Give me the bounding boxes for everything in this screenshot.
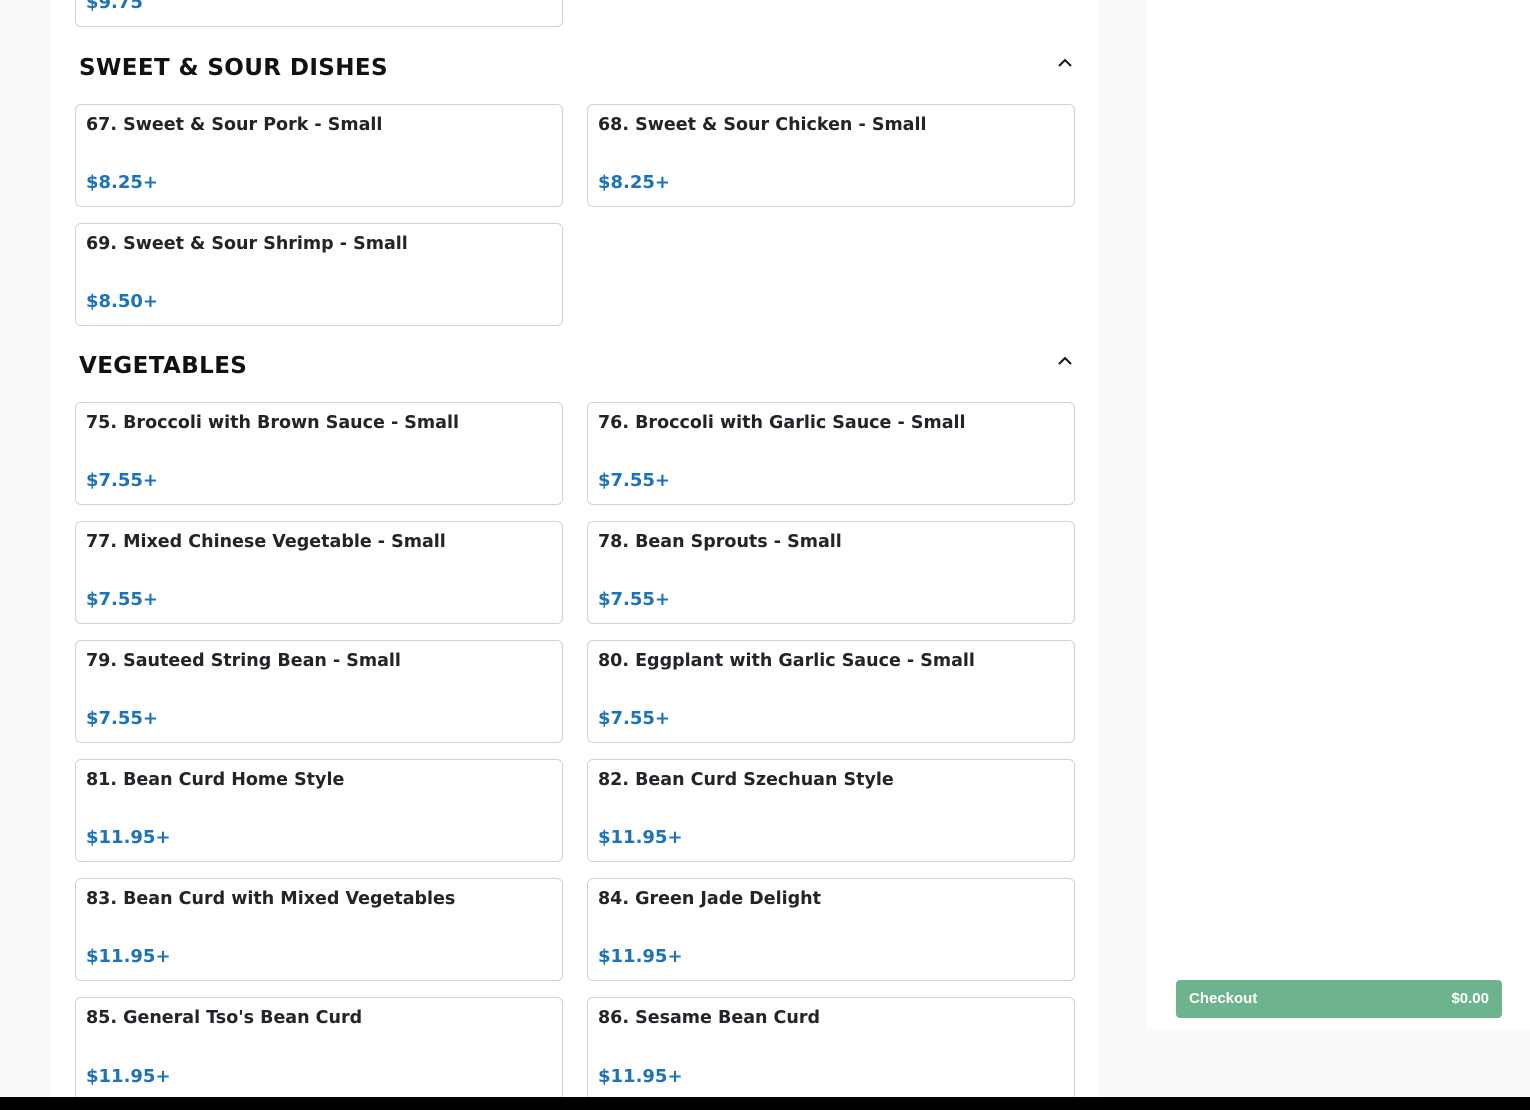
- item-name: 85. General Tso's Bean Curd: [86, 1008, 363, 1028]
- item-name: 86. Sesame Bean Curd: [598, 1008, 821, 1028]
- item-name: 80. Eggplant with Garlic Sauce - Small: [598, 651, 975, 671]
- menu-item-card[interactable]: 75. Broccoli with Brown Sauce - Small $7…: [75, 402, 563, 505]
- item-name: 75. Broccoli with Brown Sauce - Small: [86, 413, 459, 433]
- menu-item-card[interactable]: $9.75: [75, 0, 563, 27]
- menu-item-card[interactable]: 67. Sweet & Sour Pork - Small $8.25+: [75, 104, 563, 207]
- menu-item-card[interactable]: 69. Sweet & Sour Shrimp - Small $8.50+: [75, 223, 563, 326]
- menu-column: $9.75 SWEET & SOUR DISHES 67. Sweet & So…: [51, 0, 1099, 1097]
- item-price: $11.95+: [598, 827, 683, 848]
- section-title-vegetables: VEGETABLES: [79, 353, 248, 379]
- item-price: $11.95+: [86, 1066, 171, 1087]
- checkout-button[interactable]: Checkout $0.00: [1176, 980, 1502, 1018]
- item-name: 67. Sweet & Sour Pork - Small: [86, 115, 383, 135]
- item-price: $11.95+: [86, 946, 171, 967]
- checkout-label: Checkout: [1189, 990, 1258, 1007]
- item-price: $8.50+: [86, 291, 159, 312]
- menu-item-card[interactable]: 78. Bean Sprouts - Small $7.55+: [587, 521, 1075, 624]
- menu-item-card[interactable]: 76. Broccoli with Garlic Sauce - Small $…: [587, 402, 1075, 505]
- item-name: 84. Green Jade Delight: [598, 889, 821, 909]
- item-price: $7.55+: [598, 470, 671, 491]
- item-price: $11.95+: [86, 827, 171, 848]
- item-name: 81. Bean Curd Home Style: [86, 770, 345, 790]
- menu-item-card[interactable]: 79. Sauteed String Bean - Small $7.55+: [75, 640, 563, 743]
- item-price: $7.55+: [86, 470, 159, 491]
- menu-item-card[interactable]: 82. Bean Curd Szechuan Style $11.95+: [587, 759, 1075, 862]
- item-price: $8.25+: [598, 172, 671, 193]
- item-price: $11.95+: [598, 946, 683, 967]
- item-name: 76. Broccoli with Garlic Sauce - Small: [598, 413, 966, 433]
- item-price: $11.95+: [598, 1066, 683, 1087]
- chevron-up-icon[interactable]: [1056, 353, 1074, 367]
- item-price: $8.25+: [86, 172, 159, 193]
- item-name: 83. Bean Curd with Mixed Vegetables: [86, 889, 456, 909]
- menu-item-card[interactable]: 83. Bean Curd with Mixed Vegetables $11.…: [75, 878, 563, 981]
- item-name: 77. Mixed Chinese Vegetable - Small: [86, 532, 446, 552]
- section-title-sweet-sour: SWEET & SOUR DISHES: [79, 55, 388, 81]
- item-name: 79. Sauteed String Bean - Small: [86, 651, 401, 671]
- menu-item-card[interactable]: 81. Bean Curd Home Style $11.95+: [75, 759, 563, 862]
- menu-item-card[interactable]: 80. Eggplant with Garlic Sauce - Small $…: [587, 640, 1075, 743]
- item-price: $7.55+: [598, 589, 671, 610]
- item-name: 68. Sweet & Sour Chicken - Small: [598, 115, 927, 135]
- menu-item-card[interactable]: 68. Sweet & Sour Chicken - Small $8.25+: [587, 104, 1075, 207]
- menu-item-card[interactable]: 77. Mixed Chinese Vegetable - Small $7.5…: [75, 521, 563, 624]
- bottom-bar: [0, 1097, 1530, 1110]
- menu-item-card[interactable]: 86. Sesame Bean Curd $11.95+: [587, 997, 1075, 1097]
- item-price: $9.75: [86, 0, 143, 13]
- item-price: $7.55+: [86, 589, 159, 610]
- cart-panel: Checkout $0.00: [1147, 0, 1530, 1030]
- menu-item-card[interactable]: 85. General Tso's Bean Curd $11.95+: [75, 997, 563, 1097]
- item-price: $7.55+: [598, 708, 671, 729]
- item-name: 78. Bean Sprouts - Small: [598, 532, 842, 552]
- item-name: 69. Sweet & Sour Shrimp - Small: [86, 234, 408, 254]
- item-price: $7.55+: [86, 708, 159, 729]
- item-name: 82. Bean Curd Szechuan Style: [598, 770, 894, 790]
- chevron-up-icon[interactable]: [1056, 55, 1074, 69]
- cart-total: $0.00: [1451, 990, 1489, 1007]
- menu-item-card[interactable]: 84. Green Jade Delight $11.95+: [587, 878, 1075, 981]
